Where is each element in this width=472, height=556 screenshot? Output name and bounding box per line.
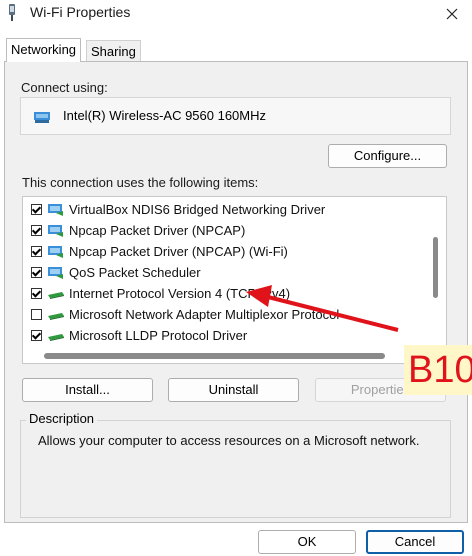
tab-networking[interactable]: Networking (6, 38, 82, 62)
annotation-arrow (246, 285, 399, 332)
annotation-badge: B10 (404, 345, 472, 395)
